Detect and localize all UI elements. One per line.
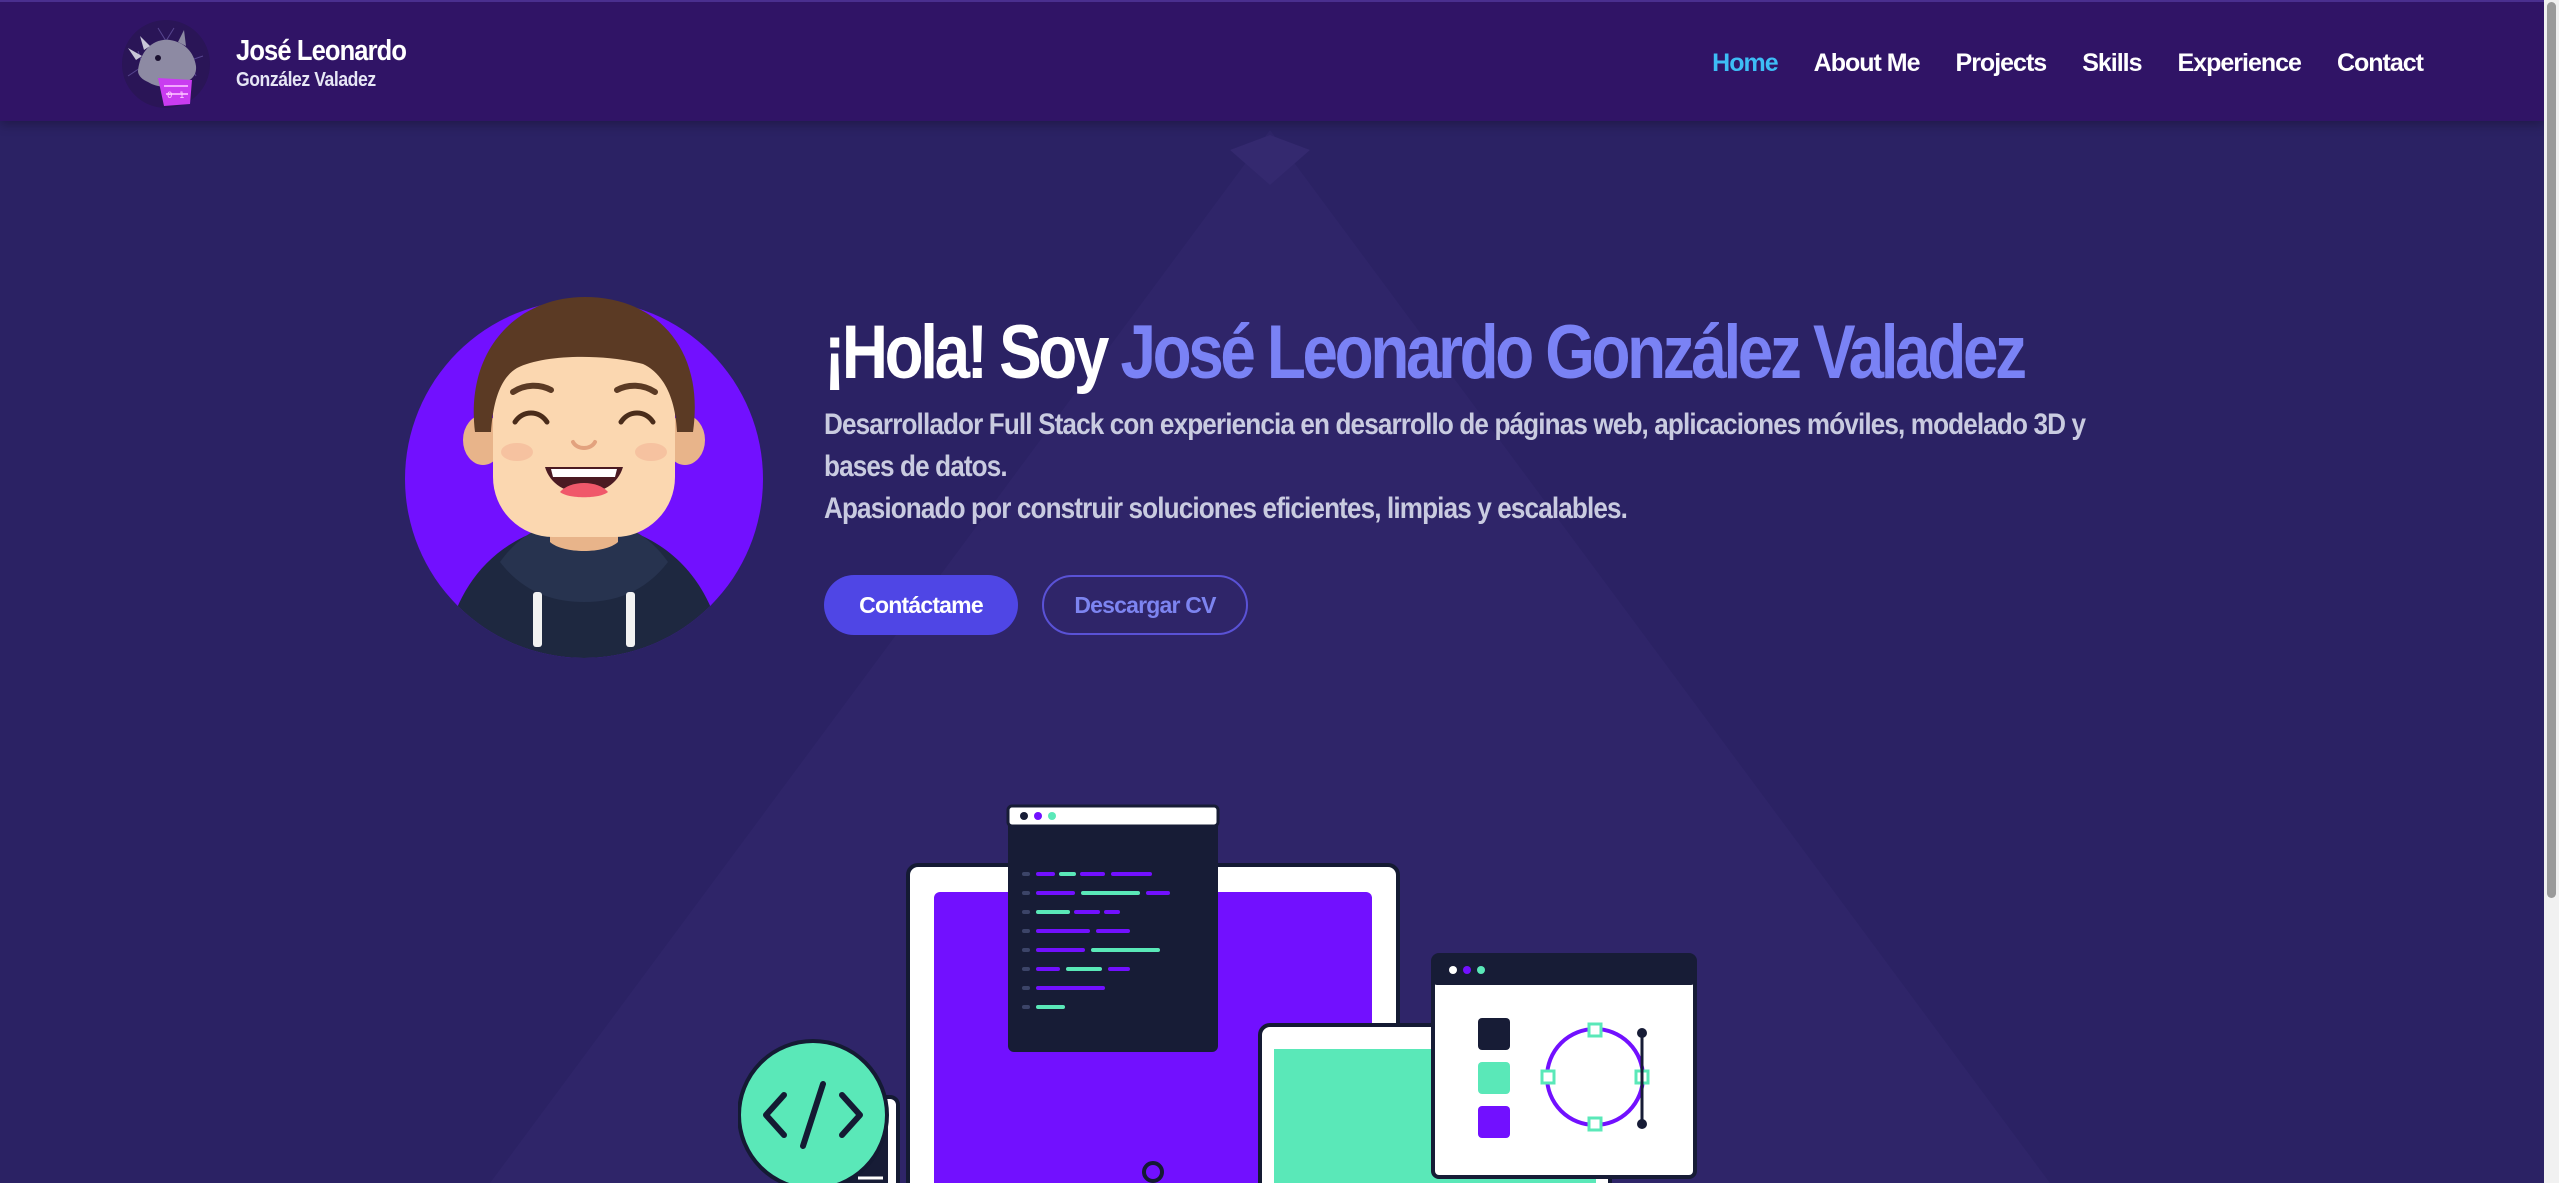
hero-description-line1: Desarrollador Full Stack con experiencia…	[824, 408, 2086, 483]
hero-description-line2: Apasionado por construir soluciones efic…	[824, 492, 1628, 525]
hero-name: José Leonardo González Valadez	[1120, 310, 2027, 395]
code-window	[1006, 804, 1220, 1052]
hero-text: ¡Hola! Soy José Leonardo González Valade…	[824, 308, 2124, 530]
devices-illustration	[738, 804, 1697, 1183]
code-brackets-icon	[738, 1039, 889, 1183]
nav-about-me[interactable]: About Me	[1814, 48, 1921, 78]
scrollbar-thumb[interactable]	[2547, 2, 2556, 898]
brand-surname: González Valadez	[236, 69, 376, 91]
download-cv-button[interactable]: Descargar CV	[1042, 575, 1248, 635]
nav-experience[interactable]: Experience	[2178, 48, 2302, 78]
developer-avatar	[405, 297, 763, 658]
navbar: 0 1 José Leonardo González Valadez Home …	[0, 0, 2544, 121]
rhino-logo-icon: 0 1	[122, 20, 210, 108]
nav-links: Home About Me Projects Skills Experience…	[1712, 48, 2424, 78]
svg-text:0: 0	[167, 91, 172, 101]
hero-heading: ¡Hola! Soy José Leonardo González Valade…	[824, 308, 2027, 398]
scrollbar[interactable]	[2544, 0, 2559, 1183]
design-window	[1431, 953, 1697, 1179]
contact-button[interactable]: Contáctame	[824, 575, 1018, 635]
hero-description: Desarrollador Full Stack con experiencia…	[824, 404, 2103, 530]
page: 0 1 José Leonardo González Valadez Home …	[0, 0, 2559, 1183]
svg-text:1: 1	[179, 91, 184, 101]
nav-contact[interactable]: Contact	[2337, 48, 2424, 78]
nav-home[interactable]: Home	[1712, 48, 1778, 78]
hero-buttons: Contáctame Descargar CV	[824, 575, 1248, 635]
brand[interactable]: 0 1 José Leonardo González Valadez	[118, 16, 429, 112]
hero-greeting: ¡Hola! Soy	[824, 310, 1121, 395]
brand-name: José Leonardo	[236, 35, 407, 67]
nav-projects[interactable]: Projects	[1956, 48, 2048, 78]
brand-text: José Leonardo González Valadez	[236, 35, 429, 93]
nav-skills[interactable]: Skills	[2082, 48, 2142, 78]
